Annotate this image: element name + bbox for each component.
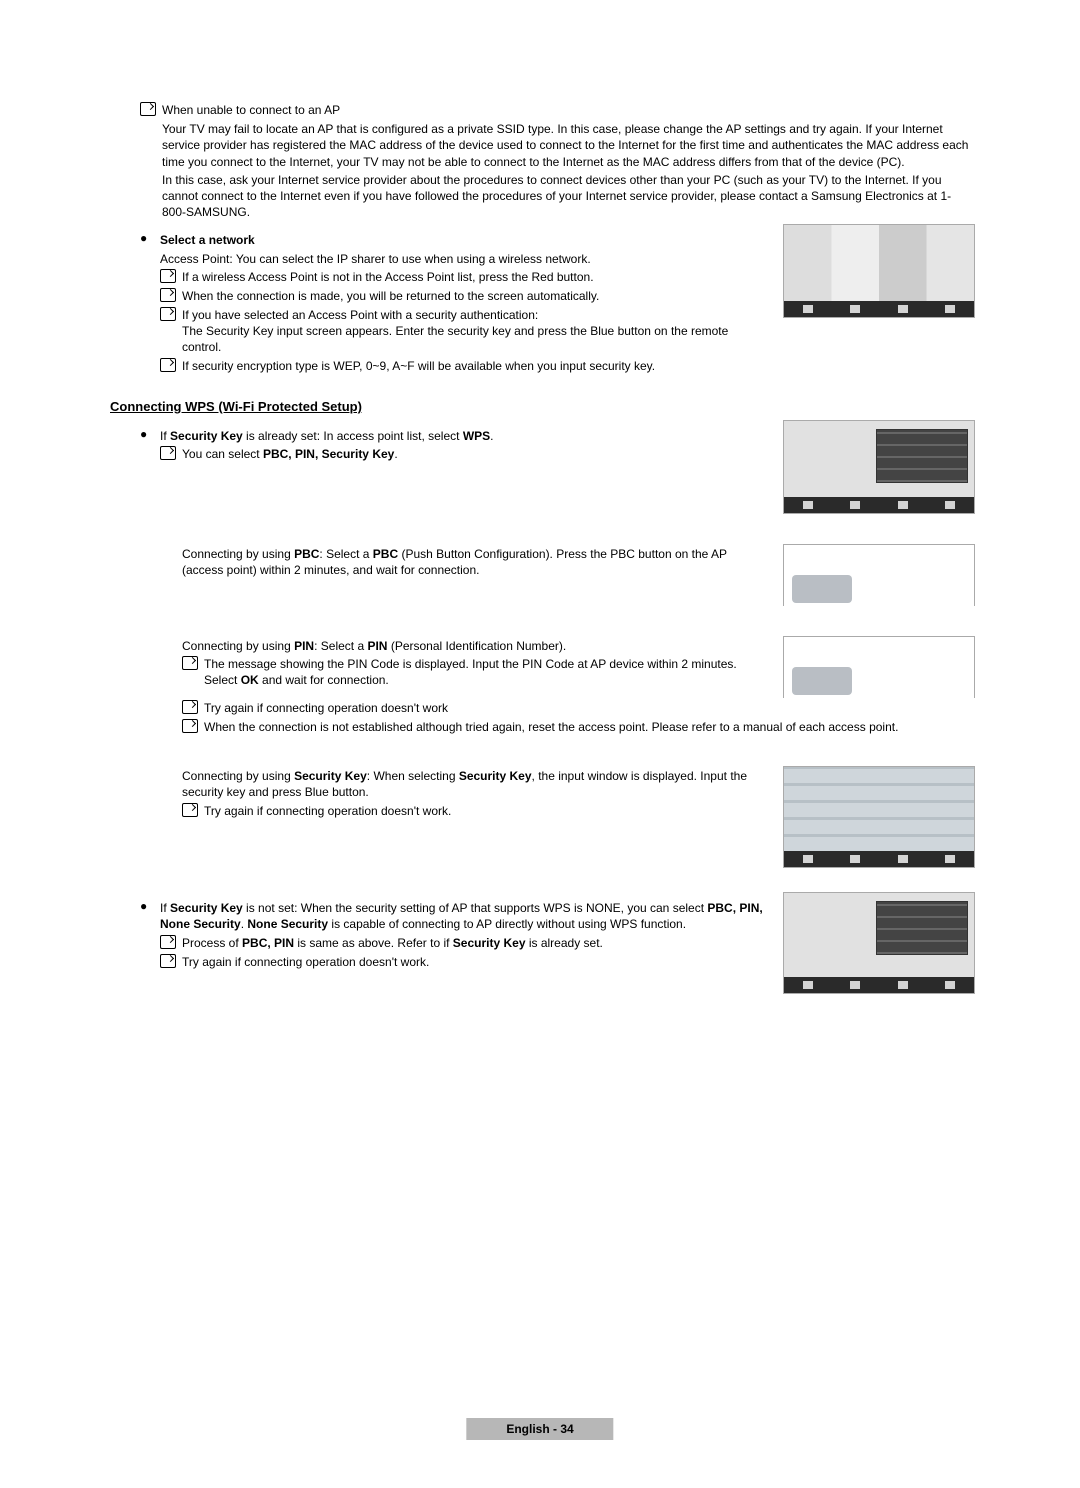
body-text: Connecting by using PIN: Select a PIN (P… [182, 638, 765, 654]
bullet-icon: ● [140, 427, 147, 441]
note-icon [160, 307, 176, 321]
screenshot-not-set [783, 892, 975, 994]
bullet-icon: ● [140, 899, 147, 913]
bullet-title: Select a network [160, 233, 255, 247]
note-text: You can select PBC, PIN, Security Key. [182, 446, 765, 463]
note-icon [160, 954, 176, 968]
page-footer: English - 34 [466, 1418, 613, 1440]
body-text: In this case, ask your Internet service … [162, 172, 975, 221]
screenshot-pin [783, 636, 975, 698]
screenshot-security-key-keyboard [783, 766, 975, 868]
note-text: Process of PBC, PIN is same as above. Re… [182, 935, 765, 952]
note-icon [160, 358, 176, 372]
screenshot-wps-list [783, 420, 975, 514]
screenshot-select-network [783, 224, 975, 318]
note-text: If security encryption type is WEP, 0~9,… [182, 358, 765, 375]
body-text: Connecting by using PBC: Select a PBC (P… [182, 546, 765, 578]
note-icon [182, 656, 198, 670]
note-text: When unable to connect to an AP [162, 102, 975, 119]
note-text: If you have selected an Access Point wit… [182, 308, 538, 322]
screenshot-pbc [783, 544, 975, 606]
body-text: Connecting by using Security Key: When s… [182, 768, 765, 800]
note-text: Try again if connecting operation doesn'… [204, 803, 765, 820]
body-text: Your TV may fail to locate an AP that is… [162, 121, 975, 170]
section-heading: Connecting WPS (Wi-Fi Protected Setup) [110, 399, 975, 414]
note-text: Try again if connecting operation doesn'… [204, 700, 975, 717]
note-icon [160, 269, 176, 283]
note-text: When the connection is made, you will be… [182, 288, 765, 305]
note-icon [140, 102, 156, 116]
note-text: Try again if connecting operation doesn'… [182, 954, 765, 971]
note-text: If a wireless Access Point is not in the… [182, 269, 765, 286]
note-text: When the connection is not established a… [204, 719, 975, 736]
sec-unable-to-connect: When unable to connect to an AP Your TV … [140, 102, 975, 220]
bullet-icon: ● [140, 231, 147, 245]
note-icon [160, 935, 176, 949]
note-icon [182, 803, 198, 817]
note-text: The message showing the PIN Code is disp… [204, 656, 765, 688]
note-icon [182, 700, 198, 714]
body-text: If Security Key is not set: When the sec… [160, 900, 765, 932]
note-icon [182, 719, 198, 733]
body-text: Access Point: You can select the IP shar… [160, 251, 765, 267]
note-icon [160, 446, 176, 460]
note-icon [160, 288, 176, 302]
body-text: If Security Key is already set: In acces… [160, 428, 765, 444]
note-text: The Security Key input screen appears. E… [182, 324, 728, 354]
manual-page: When unable to connect to an AP Your TV … [0, 0, 1080, 1460]
